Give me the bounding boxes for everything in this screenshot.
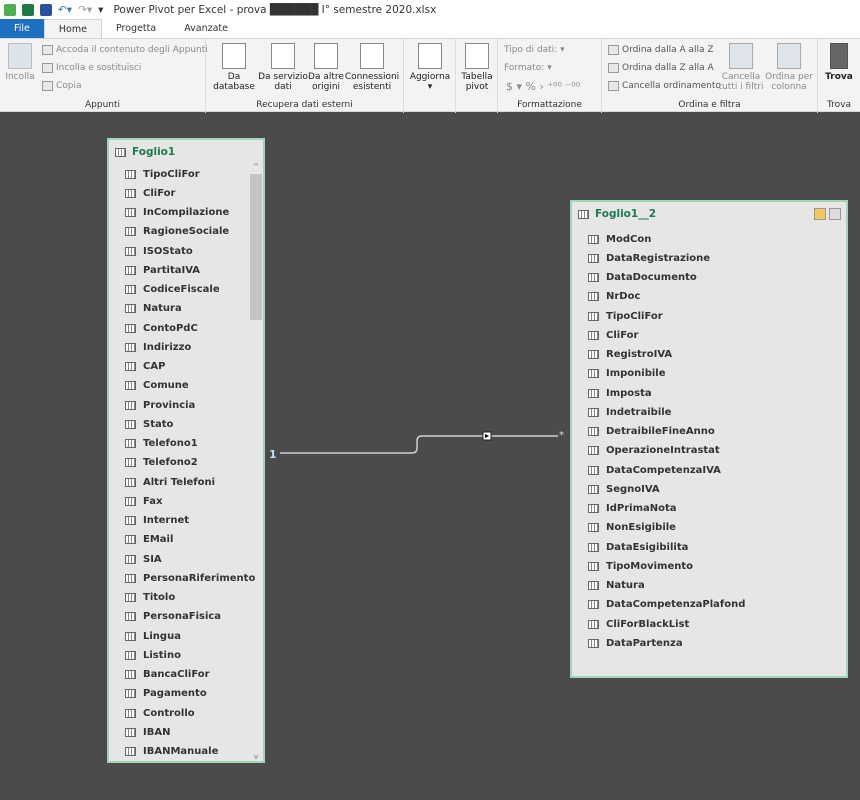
relationship-line[interactable] bbox=[0, 0, 860, 800]
relationship-many-label: * bbox=[559, 430, 564, 441]
relationship-one-label: 1 bbox=[269, 448, 277, 461]
